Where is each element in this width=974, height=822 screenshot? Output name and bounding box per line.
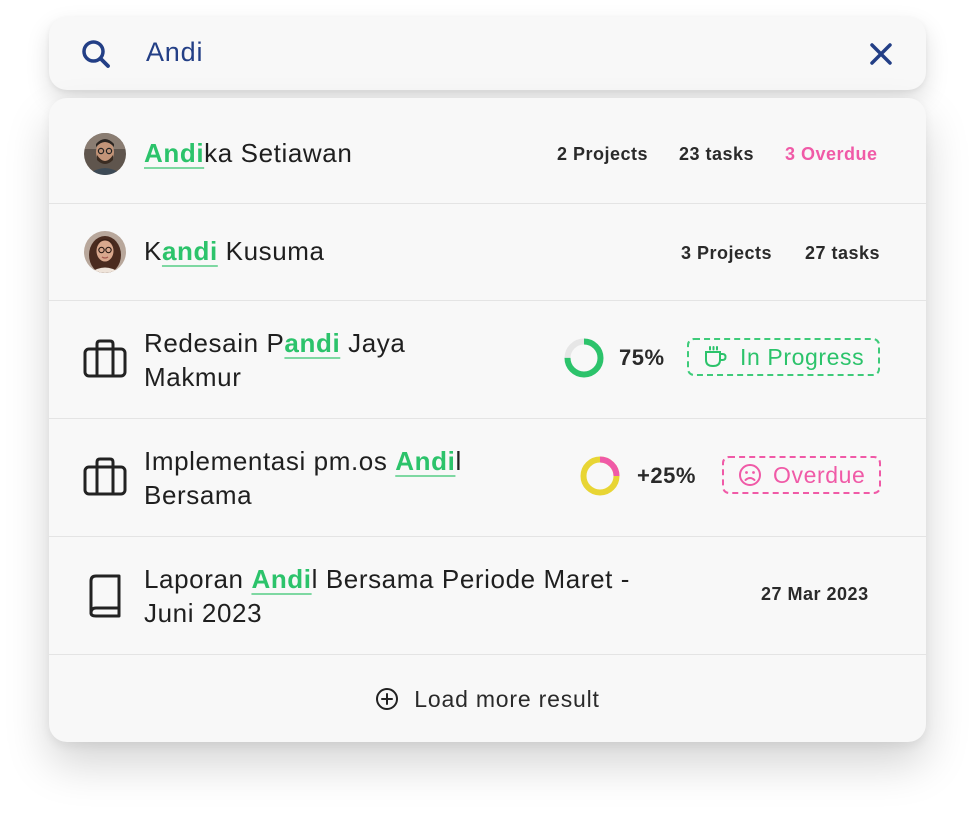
person-name: Kandi Kusuma <box>144 236 325 266</box>
result-person-row[interactable]: Andika Setiawan 2 Projects 23 tasks 3 Ov… <box>49 98 926 204</box>
result-person-row[interactable]: Kandi Kusuma 3 Projects 27 tasks <box>49 203 926 301</box>
match-highlight: andi <box>284 328 341 358</box>
project-count: 2 Projects <box>557 144 649 164</box>
progress-percent: +25% <box>637 463 696 488</box>
task-count: 23 tasks <box>679 144 755 164</box>
status-badge: In Progress <box>687 338 881 376</box>
project-count: 3 Projects <box>681 243 773 263</box>
overdue-count: 3 Overdue <box>785 144 878 164</box>
match-highlight: Andi <box>251 564 312 594</box>
status-badge: Overdue <box>722 456 882 494</box>
briefcase-icon <box>83 339 127 378</box>
person-name: Andika Setiawan <box>144 138 353 168</box>
result-project-row[interactable]: Implementasi pm.os Andil Bersama +25% Ov… <box>49 418 926 537</box>
coffee-cup-icon <box>705 346 727 368</box>
project-title: Redesain Pandi Jaya Makmur <box>144 328 406 392</box>
task-count: 27 tasks <box>805 243 881 263</box>
sad-face-icon <box>739 464 761 486</box>
search-results-panel: Andika Setiawan 2 Projects 23 tasks 3 Ov… <box>49 98 926 742</box>
project-title: Implementasi pm.os Andil Bersama <box>144 446 462 510</box>
match-highlight: andi <box>161 236 218 266</box>
avatar <box>84 231 126 273</box>
progress-donut <box>564 338 604 378</box>
match-highlight: Andi <box>144 138 205 168</box>
result-project-row[interactable]: Redesain Pandi Jaya Makmur 75% In Progre… <box>49 300 926 419</box>
load-more-label: Load more result <box>414 685 600 712</box>
avatar <box>84 133 126 175</box>
progress-percent: 75% <box>619 345 665 370</box>
load-more-button[interactable]: Load more result <box>49 656 926 742</box>
document-date: 27 Mar 2023 <box>761 584 869 604</box>
match-highlight: Andi <box>395 446 456 476</box>
search-input[interactable]: Andi <box>146 37 203 68</box>
document-title: Laporan Andil Bersama Periode Maret - Ju… <box>144 564 631 628</box>
result-document-row[interactable]: Laporan Andil Bersama Periode Maret - Ju… <box>49 536 926 655</box>
progress-donut <box>580 456 620 496</box>
search-bar[interactable]: Andi <box>49 17 926 90</box>
briefcase-icon <box>83 457 127 496</box>
search-icon <box>82 40 110 68</box>
close-icon[interactable] <box>866 39 896 69</box>
book-icon <box>89 574 121 618</box>
plus-circle-icon <box>376 688 399 710</box>
